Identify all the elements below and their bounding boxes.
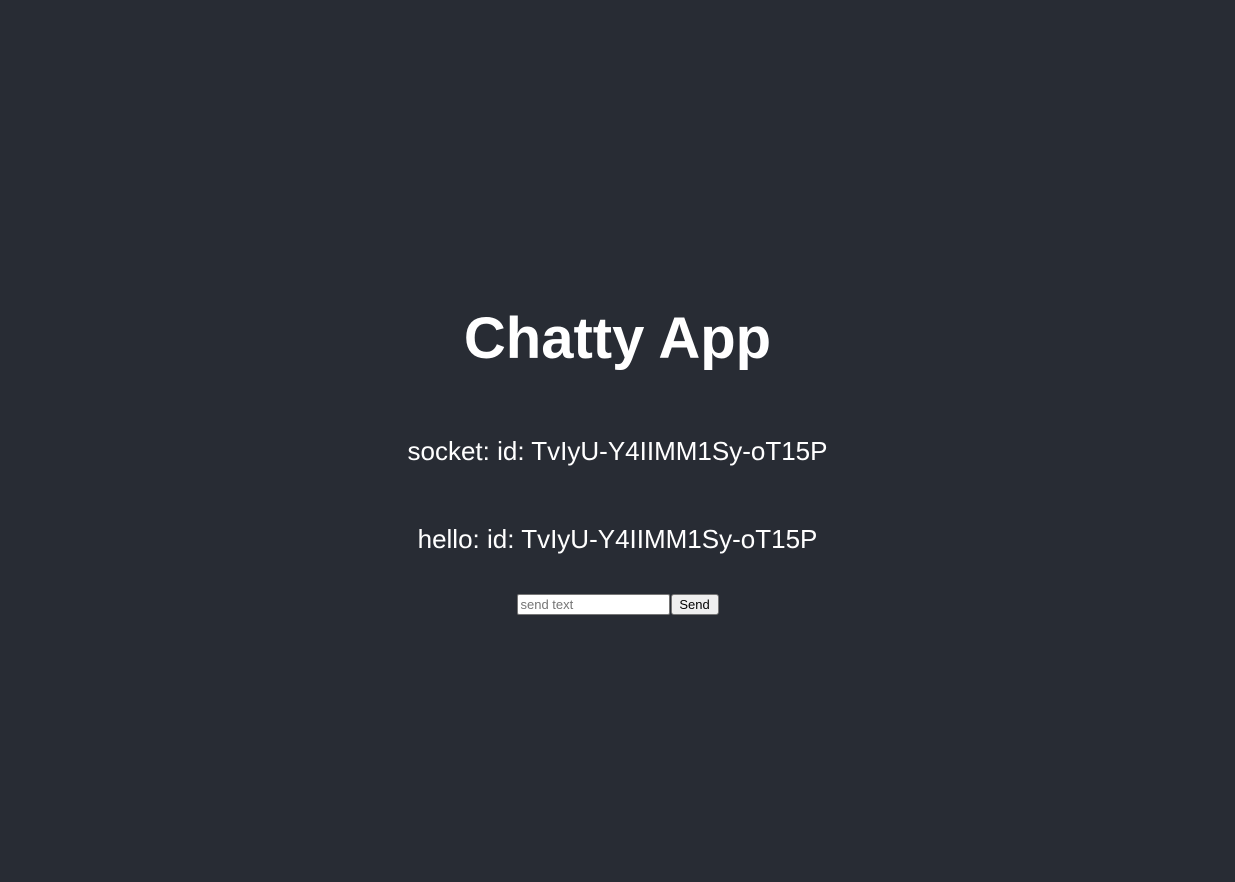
message-composer: Send xyxy=(0,594,1235,615)
page-title: Chatty App xyxy=(463,306,772,371)
app-container: Chatty App socket: id: TvIyU-Y4IIMM1Sy-o… xyxy=(0,0,1235,882)
message-hello-id: hello: id: TvIyU-Y4IIMM1Sy-oT15P xyxy=(417,524,818,554)
send-text-input[interactable] xyxy=(516,594,670,615)
message-socket-id: socket: id: TvIyU-Y4IIMM1Sy-oT15P xyxy=(407,436,828,466)
send-button[interactable]: Send xyxy=(670,594,719,615)
